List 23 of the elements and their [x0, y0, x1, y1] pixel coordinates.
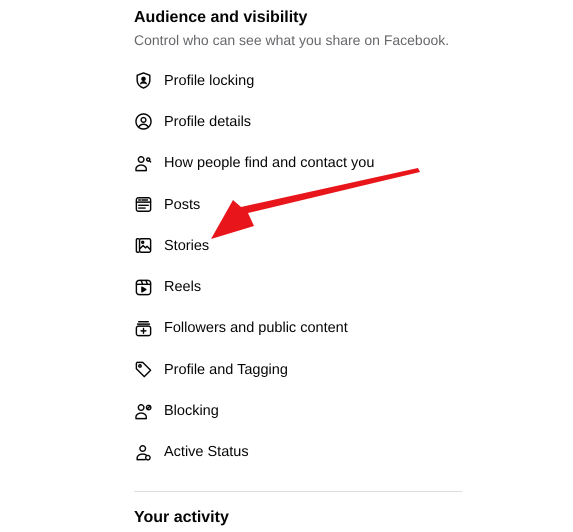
- video-play-icon: [134, 278, 153, 297]
- person-block-icon: [134, 402, 153, 421]
- section-subtitle: Control who can see what you share on Facebook.: [134, 31, 450, 49]
- settings-item[interactable]: Active Status: [134, 432, 249, 473]
- settings-item[interactable]: Posts: [134, 184, 200, 226]
- tag-icon: [134, 360, 153, 380]
- section-title: Your activity: [134, 508, 229, 528]
- person-search-icon: [134, 154, 153, 173]
- settings-item[interactable]: Stories: [134, 225, 210, 266]
- settings-item[interactable]: How people find and contact you: [134, 142, 374, 184]
- card-stack-plus-icon: [134, 318, 153, 338]
- profile-icon: [134, 112, 153, 132]
- person-status-icon: [134, 442, 153, 462]
- settings-item[interactable]: Followers and public content: [134, 308, 348, 350]
- section-title: Audience and visibility: [134, 8, 308, 28]
- browser-window-icon: [134, 195, 153, 214]
- settings-item[interactable]: Profile details: [134, 101, 252, 143]
- settings-item[interactable]: Profile locking: [134, 60, 254, 102]
- settings-item[interactable]: Reels: [134, 266, 202, 308]
- image-frame-icon: [134, 236, 153, 256]
- settings-item[interactable]: Blocking: [134, 390, 219, 432]
- settings-item[interactable]: Profile and Tagging: [134, 349, 288, 390]
- shield-person-icon: [134, 71, 153, 90]
